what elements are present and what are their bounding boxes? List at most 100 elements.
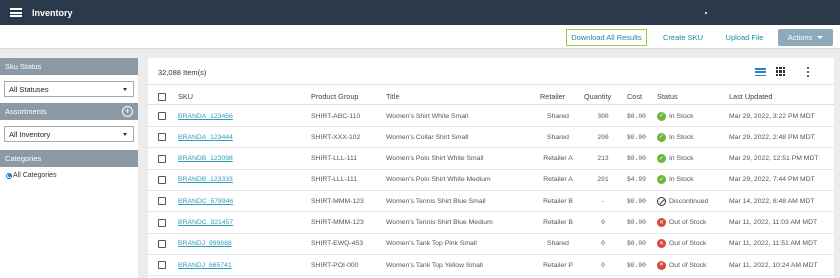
table-row[interactable]: BRANDB_123333 SHIRT-LLL-111 Women's Polo S… — [148, 170, 834, 191]
row-sku-link[interactable]: BRANDC_578946 — [178, 198, 233, 205]
create-sku-button[interactable]: Create SKU — [661, 29, 705, 46]
row-status-cell: ✓ In Stock — [657, 127, 694, 147]
row-sku-link-cell[interactable]: BRANDC_578946 — [178, 191, 233, 211]
row-checkbox[interactable] — [158, 213, 166, 233]
row-title: Women's Collar Shirt Small — [386, 133, 469, 141]
row-last-updated: Mar 11, 2022, 11:51 AM MDT — [729, 240, 818, 248]
row-last-updated: Mar 11, 2022, 11:03 AM MDT — [729, 219, 818, 226]
table-row[interactable]: BRANDB_123098 SHIRT-LLL-111 Women's Polo S… — [148, 149, 834, 170]
row-sku-link-cell[interactable]: BRANDB_123333 — [178, 170, 233, 190]
row-cost: $0.00 — [627, 219, 646, 226]
all-categories-radio[interactable]: All Categories — [0, 167, 138, 184]
more-options-kebab-icon[interactable] — [807, 67, 810, 77]
assortments-select[interactable]: All Inventory — [4, 126, 134, 142]
row-status-cell: ✓ In Stock — [657, 106, 694, 126]
row-cost: $0.00 — [627, 197, 646, 205]
row-last-updated-cell: Mar 14, 2022, 8:48 AM MDT — [729, 191, 814, 211]
col-header-retailer[interactable]: Retailer — [540, 89, 565, 104]
col-header-sku[interactable]: SKU — [178, 89, 193, 104]
row-status-cell: ✕ Out of Stock — [657, 213, 706, 233]
row-sku-link-cell[interactable]: BRANDA_123444 — [178, 127, 233, 147]
row-quantity-cell: 201 — [592, 170, 614, 190]
row-status: In Stock — [669, 133, 694, 141]
row-last-updated: Mar 29, 2022, 7:44 PM MDT — [729, 176, 815, 184]
row-quantity: 0 — [601, 219, 605, 226]
table-row[interactable]: BRANDJ_665741 SHIRT-POI-000 Women's Tank T… — [148, 255, 834, 277]
table-row[interactable]: BRANDJ_999888 SHIRT-EWQ-453 Women's Tank T… — [148, 234, 834, 255]
row-sku-link-cell[interactable]: BRANDB_123098 — [178, 149, 233, 169]
row-cost-cell: $0.00 — [627, 106, 646, 126]
row-quantity-cell: 0 — [592, 213, 614, 233]
row-sku-link-cell[interactable]: BRANDJ_999888 — [178, 234, 232, 254]
row-title-cell: Women's Tank Top Pink Small — [386, 234, 477, 254]
row-last-updated-cell: Mar 29, 2022, 12:51 PM MDT — [729, 149, 819, 169]
table-row[interactable]: BRANDA_123444 SHIRT-XXX-102 Women's Collar… — [148, 127, 834, 149]
row-product-group-cell: SHIRT-MMM-123 — [311, 191, 364, 211]
row-quantity-cell: - — [592, 191, 614, 211]
col-header-product-group[interactable]: Product Group — [311, 89, 358, 104]
row-checkbox[interactable] — [158, 191, 166, 211]
row-quantity: 0 — [601, 240, 605, 248]
row-sku-link[interactable]: BRANDC_321457 — [178, 219, 233, 226]
col-header-status[interactable]: Status — [657, 89, 678, 104]
row-quantity: 213 — [597, 155, 609, 163]
sku-status-select[interactable]: All Statuses — [4, 81, 134, 97]
filter-sidebar: Sku Status All Statuses Assortments + Al… — [0, 58, 138, 278]
row-checkbox[interactable] — [158, 106, 166, 126]
row-sku-link[interactable]: BRANDJ_999888 — [178, 240, 232, 247]
row-sku-link-cell[interactable]: BRANDJ_665741 — [178, 255, 232, 275]
table-row[interactable]: BRANDC_578946 SHIRT-MMM-123 Women's Tennis… — [148, 191, 834, 213]
list-view-icon[interactable] — [755, 68, 766, 76]
col-header-cost[interactable]: Cost — [627, 89, 642, 104]
row-sku-link[interactable]: BRANDB_123098 — [178, 155, 233, 162]
row-sku-link[interactable]: BRANDB_123333 — [178, 176, 233, 183]
row-title: Women's Tennis Shirt Blue Small — [386, 197, 486, 205]
upload-file-button[interactable]: Upload File — [722, 29, 767, 46]
row-product-group: SHIRT-ABC-110 — [311, 112, 361, 120]
hamburger-menu-icon[interactable] — [10, 8, 22, 17]
row-cost-cell: $0.00 — [627, 255, 646, 275]
row-sku-link-cell[interactable]: BRANDC_321457 — [178, 213, 233, 233]
row-last-updated-cell: Mar 29, 2022, 7:44 PM MDT — [729, 170, 815, 190]
col-header-title[interactable]: Title — [386, 89, 400, 104]
table-row[interactable]: BRANDA_123456 SHIRT-ABC-110 Women's Shirt … — [148, 106, 834, 127]
assortments-select-value: All Inventory — [9, 129, 51, 139]
row-checkbox[interactable] — [158, 234, 166, 254]
top-bar: Inventory — [0, 0, 840, 25]
row-checkbox[interactable] — [158, 149, 166, 169]
row-cost: $0.00 — [627, 155, 646, 163]
row-retailer: Retailer B — [543, 219, 573, 226]
row-checkbox[interactable] — [158, 170, 166, 190]
table-row[interactable]: BRANDC_321457 SHIRT-MMM-123 Women's Tennis… — [148, 213, 834, 234]
check-circle-icon: ✓ — [657, 132, 666, 142]
row-sku-link[interactable]: BRANDA_123444 — [178, 134, 233, 141]
radio-selected-icon[interactable] — [6, 172, 12, 179]
row-product-group-cell: SHIRT-ABC-110 — [311, 106, 360, 126]
row-sku-link-cell[interactable]: BRANDA_123456 — [178, 106, 233, 126]
row-title: Women's Polo Shirt White Medium — [386, 176, 491, 184]
row-title: Women's Shirt White Small — [386, 112, 469, 120]
row-status-cell: Discontinued — [657, 191, 708, 211]
row-title: Women's Tennis Shirt Blue Medium — [386, 219, 493, 226]
add-assortment-plus-icon[interactable]: + — [122, 106, 133, 117]
select-all-checkbox[interactable] — [158, 89, 166, 104]
row-status: In Stock — [669, 112, 694, 120]
actions-dropdown-button[interactable]: Actions — [778, 29, 833, 46]
row-status: Out of Stock — [669, 219, 707, 226]
row-cost: $0.00 — [627, 133, 646, 141]
col-header-last-updated[interactable]: Last Updated — [729, 89, 772, 104]
row-sku-link[interactable]: BRANDJ_665741 — [178, 262, 232, 269]
row-sku-link[interactable]: BRANDA_123456 — [178, 113, 233, 120]
row-title-cell: Women's Collar Shirt Small — [386, 127, 468, 147]
row-checkbox[interactable] — [158, 255, 166, 275]
grid-view-icon[interactable] — [776, 67, 785, 76]
item-count: 32,088 Item(s) — [158, 68, 207, 77]
col-header-quantity[interactable]: Quantity — [584, 89, 611, 104]
row-title: Women's Tank Top Yellow Small — [386, 261, 483, 269]
sku-status-heading: Sku Status — [0, 58, 138, 75]
download-all-results-button[interactable]: Download All Results — [566, 29, 647, 46]
row-retailer-cell: Retailer A — [540, 170, 576, 190]
row-checkbox[interactable] — [158, 127, 166, 147]
divider — [148, 84, 834, 85]
row-last-updated: Mar 11, 2022, 10:24 AM MDT — [729, 261, 818, 269]
